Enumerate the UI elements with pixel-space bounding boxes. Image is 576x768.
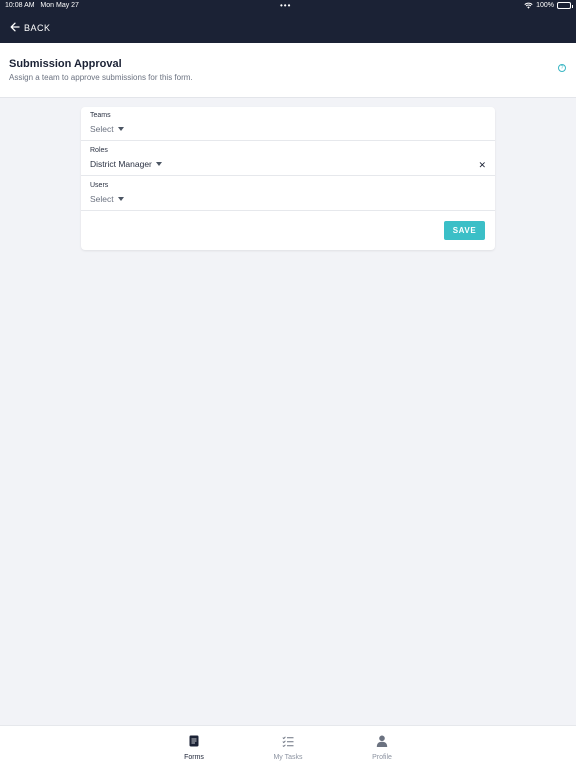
battery-icon	[557, 2, 573, 9]
help-icon[interactable]: ?	[558, 64, 566, 72]
back-label: BACK	[24, 23, 51, 33]
person-icon	[376, 734, 388, 752]
teams-select-value: Select	[90, 124, 114, 134]
back-button[interactable]: BACK	[10, 20, 51, 36]
roles-label: Roles	[90, 147, 108, 154]
status-time: 10:08 AM Mon May 27	[5, 2, 79, 9]
page-subtitle: Assign a team to approve submissions for…	[9, 73, 193, 82]
multitask-dots[interactable]: •••	[280, 1, 291, 10]
approval-form-card: Teams Select Roles District Manager ✕ Us…	[81, 107, 495, 250]
checklist-icon	[282, 734, 294, 752]
users-select-value: Select	[90, 194, 114, 204]
document-icon	[189, 734, 199, 752]
roles-select[interactable]: District Manager	[90, 159, 162, 169]
wifi-icon	[524, 2, 533, 9]
status-indicators: 100%	[524, 2, 573, 9]
caret-down-icon	[117, 197, 124, 201]
caret-down-icon	[155, 162, 162, 166]
status-date-text: Mon May 27	[40, 2, 79, 9]
tab-forms[interactable]: Forms	[164, 734, 224, 761]
users-label: Users	[90, 182, 109, 189]
teams-label: Teams	[90, 112, 111, 119]
battery-text: 100%	[536, 2, 554, 9]
title-section: Submission Approval Assign a team to app…	[0, 43, 576, 98]
top-header: 10:08 AM Mon May 27 ••• 100% BACK	[0, 0, 576, 43]
save-button[interactable]: SAVE	[444, 221, 485, 240]
arrow-left-icon	[10, 19, 20, 37]
page-title: Submission Approval	[9, 58, 122, 70]
roles-select-value: District Manager	[90, 159, 152, 169]
tab-forms-label: Forms	[184, 754, 204, 761]
teams-select[interactable]: Select	[90, 124, 124, 134]
tab-profile-label: Profile	[372, 754, 392, 761]
bottom-tab-bar: Forms My Tasks Profile	[0, 725, 576, 768]
tab-my-tasks-label: My Tasks	[273, 754, 303, 761]
users-select[interactable]: Select	[90, 194, 124, 204]
teams-field[interactable]: Teams Select	[81, 107, 495, 141]
roles-field[interactable]: Roles District Manager ✕	[81, 142, 495, 176]
caret-down-icon	[117, 127, 124, 131]
tab-my-tasks[interactable]: My Tasks	[258, 734, 318, 761]
status-time-text: 10:08 AM	[5, 2, 35, 9]
clear-roles-icon[interactable]: ✕	[478, 160, 486, 171]
tab-profile[interactable]: Profile	[352, 734, 412, 761]
users-field[interactable]: Users Select	[81, 177, 495, 211]
